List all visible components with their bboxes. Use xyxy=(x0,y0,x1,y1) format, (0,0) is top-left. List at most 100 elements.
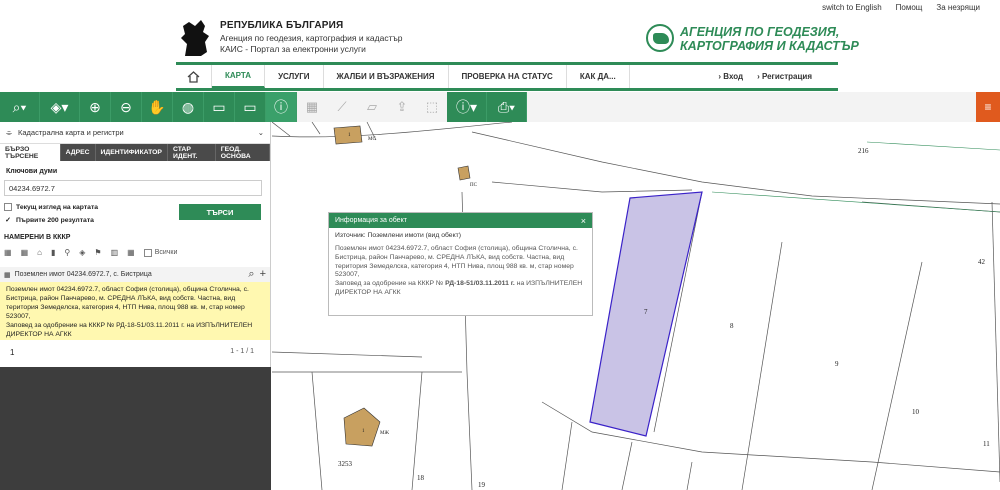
area-filter-icon[interactable]: ▦ xyxy=(127,248,135,257)
checkmark-icon[interactable]: ✓ xyxy=(4,216,12,224)
popup-header: Информация за обект × xyxy=(329,213,592,228)
info-icon[interactable]: ⓘ xyxy=(266,92,297,122)
all-checkbox[interactable]: Всички xyxy=(143,248,178,257)
republic-title: РЕПУБЛИКА БЪЛГАРИЯ xyxy=(220,20,344,31)
map-label: 11 xyxy=(983,440,990,448)
flag-filter-icon[interactable]: ⚑ xyxy=(94,248,101,257)
portal-subtitle: КАИС - Портал за електронни услуги xyxy=(220,44,366,54)
grid-tool-icon[interactable]: ▦ xyxy=(297,92,327,122)
search-tabs: БЪРЗО ТЪРСЕНЕ АДРЕС ИДЕНТИФИКАТОР СТАР И… xyxy=(0,144,270,161)
print-icon[interactable]: ⎙▾ xyxy=(487,92,527,122)
result-header[interactable]: ▦ Поземлен имот 04234.6972.7, с. Бистриц… xyxy=(0,267,270,282)
login-label: Вход xyxy=(723,72,744,81)
nav-status-check[interactable]: ПРОВЕРКА НА СТАТУС xyxy=(449,65,567,88)
agency-logo-icon xyxy=(646,24,674,52)
main-nav: КАРТА УСЛУГИ ЖАЛБИ И ВЪЗРАЖЕНИЯ ПРОВЕРКА… xyxy=(176,62,838,91)
layers-filter-icon[interactable]: ◈ xyxy=(79,248,85,257)
tab-identifier[interactable]: ИДЕНТИФИКАТОР xyxy=(96,144,168,161)
current-view-checkbox[interactable]: Текущ изглед на картата xyxy=(4,203,98,211)
all-checkbox-box[interactable] xyxy=(143,248,152,257)
search-button[interactable]: ТЪРСИ xyxy=(179,204,261,220)
select-filter-icon[interactable]: ▥ xyxy=(111,248,119,257)
agency-line-1: АГЕНЦИЯ ПО ГЕОДЕЗИЯ, xyxy=(680,25,840,39)
lion-emblem-icon xyxy=(181,20,209,56)
register-label: Регистрация xyxy=(761,72,812,81)
menu-icon[interactable]: ≡ xyxy=(976,92,1000,122)
keywords-input[interactable] xyxy=(4,180,262,196)
nav-services[interactable]: УСЛУГИ xyxy=(265,65,324,88)
map-label: МЖ xyxy=(380,431,389,436)
register-link[interactable]: › Регистрация xyxy=(757,72,812,81)
object-info-popup: Информация за обект × Източник: Поземлен… xyxy=(328,212,593,316)
first200-checkbox[interactable]: ✓ Първите 200 резултата xyxy=(4,216,94,225)
upload-icon[interactable]: ⇪ xyxy=(387,92,417,122)
checkbox-unchecked[interactable] xyxy=(4,203,12,211)
keywords-label: Ключови думи xyxy=(6,168,58,175)
search-tool-icon[interactable]: ⌕▾ xyxy=(0,92,40,122)
grid-filter-icon[interactable]: ▦ xyxy=(4,248,12,257)
popup-title: Информация за обект xyxy=(335,217,407,224)
map-label: МС xyxy=(368,137,376,142)
grid-icon: ▦ xyxy=(4,271,11,279)
chevron-down-icon[interactable]: ⌄ xyxy=(258,128,264,137)
parcel-filter-icon[interactable]: ▦ xyxy=(21,248,29,257)
sidebar-empty-area xyxy=(0,367,271,490)
result-details[interactable]: Поземлен имот 04234.6972.7, област София… xyxy=(0,282,270,340)
sidebar-title: Кадастрална карта и регистри xyxy=(18,128,124,137)
popup-order: Заповед за одобрение на КККР № РД-18-51/… xyxy=(335,280,586,298)
sidebar-header[interactable]: ⌯ Кадастрална карта и регистри ⌄ xyxy=(0,122,270,144)
measure-area-icon[interactable]: ▱ xyxy=(357,92,387,122)
identify-layers-icon[interactable]: ⓘ▾ xyxy=(447,92,487,122)
popup-body-text: Поземлен имот 04234.6972.7, област София… xyxy=(335,245,578,279)
previous-extent-icon[interactable]: ▭ xyxy=(204,92,235,122)
zoom-in-icon[interactable]: ⊕ xyxy=(80,92,111,122)
map-label: 42 xyxy=(978,258,986,266)
measure-line-icon[interactable]: ⟋ xyxy=(327,92,357,122)
next-extent-icon[interactable]: ▭ xyxy=(235,92,266,122)
close-icon[interactable]: × xyxy=(581,216,586,226)
select-area-icon[interactable]: ⬚ xyxy=(417,92,447,122)
first200-label: Първите 200 резултата xyxy=(16,216,94,224)
result-filters: ▦ ▦ ⌂ ▮ ⚲ ◈ ⚑ ▥ ▦ Всички xyxy=(4,248,177,257)
found-title: НАМЕРЕНИ В КККР xyxy=(4,234,71,241)
location-filter-icon[interactable]: ⚲ xyxy=(64,248,70,257)
building-mzh xyxy=(343,407,381,447)
accessibility-link[interactable]: За незрящи xyxy=(936,3,980,12)
result-order: Заповед за одобрение на КККР № РД-18-51/… xyxy=(6,322,253,338)
map-label: 8 xyxy=(730,322,734,330)
login-link[interactable]: › Вход xyxy=(718,72,743,81)
pan-hand-icon[interactable]: ✋ xyxy=(142,92,173,122)
popup-body: Поземлен имот 04234.6972.7, област София… xyxy=(329,241,592,302)
layers-icon[interactable]: ◈▾ xyxy=(40,92,80,122)
add-icon[interactable]: + xyxy=(260,268,266,281)
zoom-to-result-icon[interactable]: ⌕ xyxy=(248,268,254,281)
pager-range: 1 - 1 / 1 xyxy=(230,348,254,355)
switch-english-link[interactable]: switch to English xyxy=(822,3,882,12)
nav-map[interactable]: КАРТА xyxy=(212,65,266,88)
nav-complaints[interactable]: ЖАЛБИ И ВЪЗРАЖЕНИЯ xyxy=(324,65,449,88)
building-filter-icon[interactable]: ⌂ xyxy=(37,248,42,257)
tab-address[interactable]: АДРЕС xyxy=(61,144,96,161)
popup-source: Източник: Поземлени имоти (вид обект) xyxy=(335,232,462,239)
tab-geodetic-base[interactable]: ГЕОД. ОСНОВА xyxy=(216,144,270,161)
map-label: ПС xyxy=(470,183,478,188)
tab-quick-search[interactable]: БЪРЗО ТЪРСЕНЕ xyxy=(0,144,61,161)
home-icon[interactable] xyxy=(176,65,212,88)
site-header: РЕПУБЛИКА БЪЛГАРИЯ Агенция по геодезия, … xyxy=(0,0,1000,62)
map-label: 10 xyxy=(912,408,920,416)
document-filter-icon[interactable]: ▮ xyxy=(51,248,55,257)
zoom-out-icon[interactable]: ⊖ xyxy=(111,92,142,122)
pager-page[interactable]: 1 xyxy=(10,348,14,357)
cadastre-icon: ⌯ xyxy=(6,127,12,137)
map-label: 19 xyxy=(478,481,486,489)
help-link[interactable]: Помощ xyxy=(896,3,923,12)
building-pc xyxy=(457,165,471,181)
agency-line-2: КАРТОГРАФИЯ И КАДАСТЪР xyxy=(680,39,859,53)
tab-old-identifier[interactable]: СТАР ИДЕНТ. xyxy=(168,144,216,161)
search-sidebar: ⌯ Кадастрална карта и регистри ⌄ БЪРЗО Т… xyxy=(0,122,271,490)
globe-icon[interactable]: ◍ xyxy=(173,92,204,122)
all-label: Всички xyxy=(154,249,178,256)
agency-subtitle: Агенция по геодезия, картография и кадас… xyxy=(220,33,403,43)
nav-how-to[interactable]: КАК ДА... xyxy=(567,65,630,88)
map-label: 216 xyxy=(858,147,869,155)
